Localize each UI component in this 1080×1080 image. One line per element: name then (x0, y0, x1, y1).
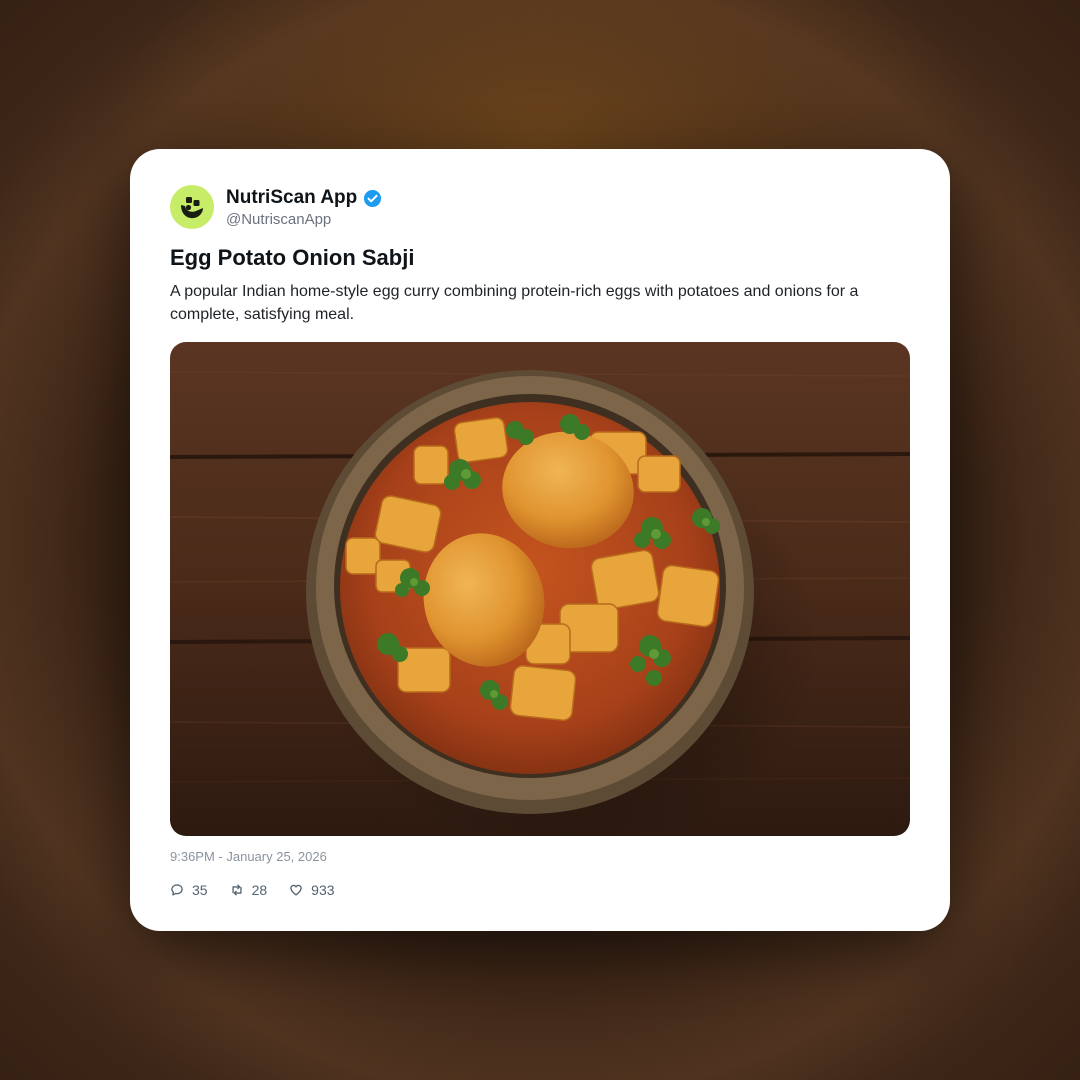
post-timestamp[interactable]: 9:36PM - January 25, 2026 (170, 849, 327, 864)
verified-badge-icon (363, 189, 382, 208)
repost-count: 28 (251, 882, 268, 898)
egg-potato-curry-bowl-photo (170, 342, 910, 836)
like-count: 933 (311, 882, 335, 898)
post-title: Egg Potato Onion Sabji (170, 245, 415, 270)
author-handle[interactable]: @NutriscanApp (226, 211, 382, 228)
repost-icon (231, 884, 242, 896)
author-name[interactable]: NutriScan App (226, 187, 357, 209)
engagement-bar: 35 28 933 (170, 879, 357, 901)
post-card: NutriScan App @NutriscanApp Egg Potato O… (130, 149, 950, 931)
author-name-row: NutriScan App (226, 186, 382, 210)
avatar[interactable] (170, 185, 214, 229)
comment-icon (171, 884, 183, 896)
reply-button[interactable]: 35 (170, 882, 208, 898)
author-block: NutriScan App @NutriscanApp (226, 186, 382, 228)
reply-count: 35 (192, 882, 208, 898)
repost-button[interactable]: 28 (230, 882, 268, 898)
post-image[interactable] (170, 342, 910, 836)
post-description: A popular Indian home-style egg curry co… (170, 283, 859, 323)
heart-icon (290, 884, 302, 896)
nutriscan-logo-icon (181, 197, 203, 219)
like-button[interactable]: 933 (289, 882, 335, 898)
post-header: NutriScan App @NutriscanApp (170, 185, 382, 229)
